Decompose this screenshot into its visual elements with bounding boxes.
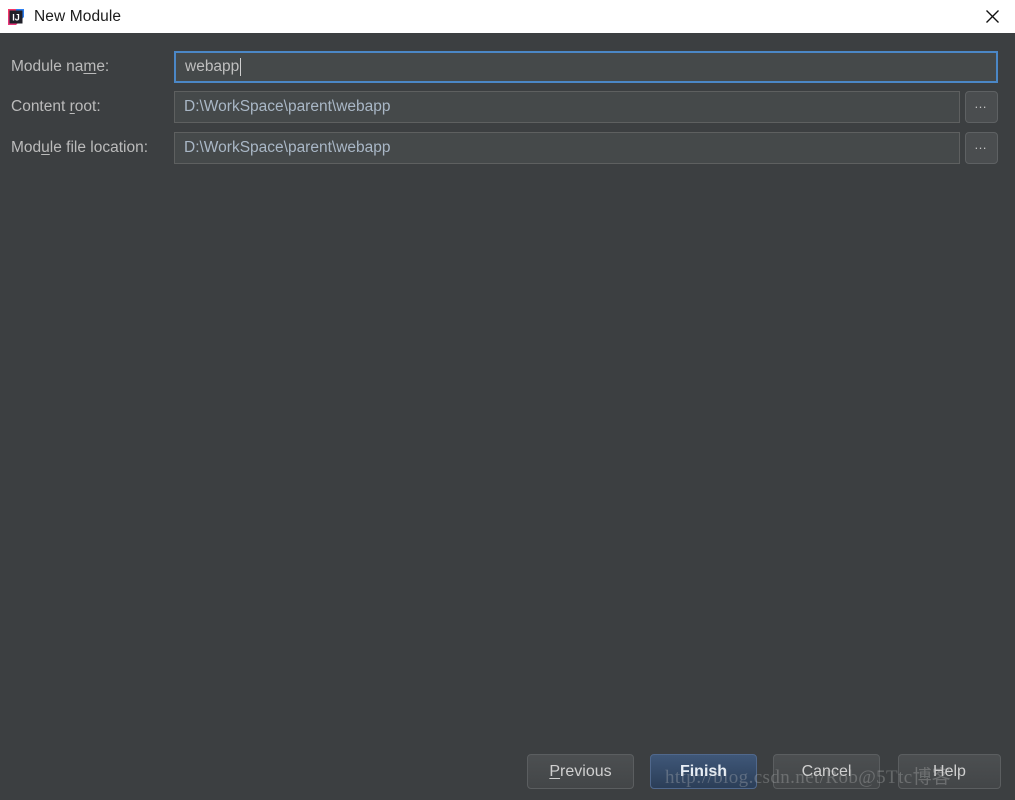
label-text-before: Module na — [11, 57, 84, 75]
label-mnemonic: m — [83, 57, 97, 75]
help-button[interactable]: Help — [898, 754, 1001, 789]
label-text-before: Mod — [11, 138, 42, 156]
label-text-after: e: — [96, 57, 110, 75]
button-mnemonic: F — [679, 762, 690, 780]
form-row-module-name: Module name: webapp — [0, 50, 1015, 83]
form-row-module-file-location: Module file location: D:\WorkSpace\paren… — [0, 131, 1015, 164]
dialog-button-bar: Previous Finish Cancel Help — [0, 734, 1015, 800]
module-name-input[interactable]: webapp — [174, 50, 998, 83]
content-root-value: D:\WorkSpace\parent\webapp — [184, 97, 391, 115]
content-root-browse-button[interactable]: … — [965, 90, 998, 123]
module-file-location-browse-button[interactable]: … — [965, 131, 998, 164]
label-mnemonic: u — [41, 138, 50, 156]
module-file-location-label: Module file location: — [0, 139, 174, 157]
finish-button[interactable]: Finish — [650, 754, 757, 789]
dialog-content: Module name: webapp Content root: D:\Wor… — [0, 33, 1015, 800]
button-text-after: inish — [689, 762, 728, 780]
intellij-idea-logo-icon: IJ — [7, 8, 25, 26]
svg-text:IJ: IJ — [12, 12, 20, 22]
label-text-before: Content — [11, 97, 70, 115]
form-row-content-root: Content root: D:\WorkSpace\parent\webapp… — [0, 90, 1015, 123]
module-name-label: Module name: — [0, 58, 174, 76]
content-root-label: Content root: — [0, 98, 174, 116]
module-file-location-input[interactable]: D:\WorkSpace\parent\webapp — [174, 131, 960, 164]
text-caret — [240, 57, 242, 76]
window-titlebar: IJ New Module — [0, 0, 1015, 34]
close-icon[interactable] — [969, 0, 1015, 33]
button-text-after: revious — [560, 762, 612, 780]
cancel-button[interactable]: Cancel — [773, 754, 880, 789]
button-mnemonic: P — [549, 762, 561, 780]
label-text-after: oot: — [74, 97, 101, 115]
content-root-input[interactable]: D:\WorkSpace\parent\webapp — [174, 90, 960, 123]
label-text-after: le file location: — [49, 138, 149, 156]
module-file-location-value: D:\WorkSpace\parent\webapp — [184, 138, 391, 156]
previous-button[interactable]: Previous — [527, 754, 634, 789]
module-name-value: webapp — [185, 57, 240, 75]
window-title: New Module — [34, 7, 122, 25]
